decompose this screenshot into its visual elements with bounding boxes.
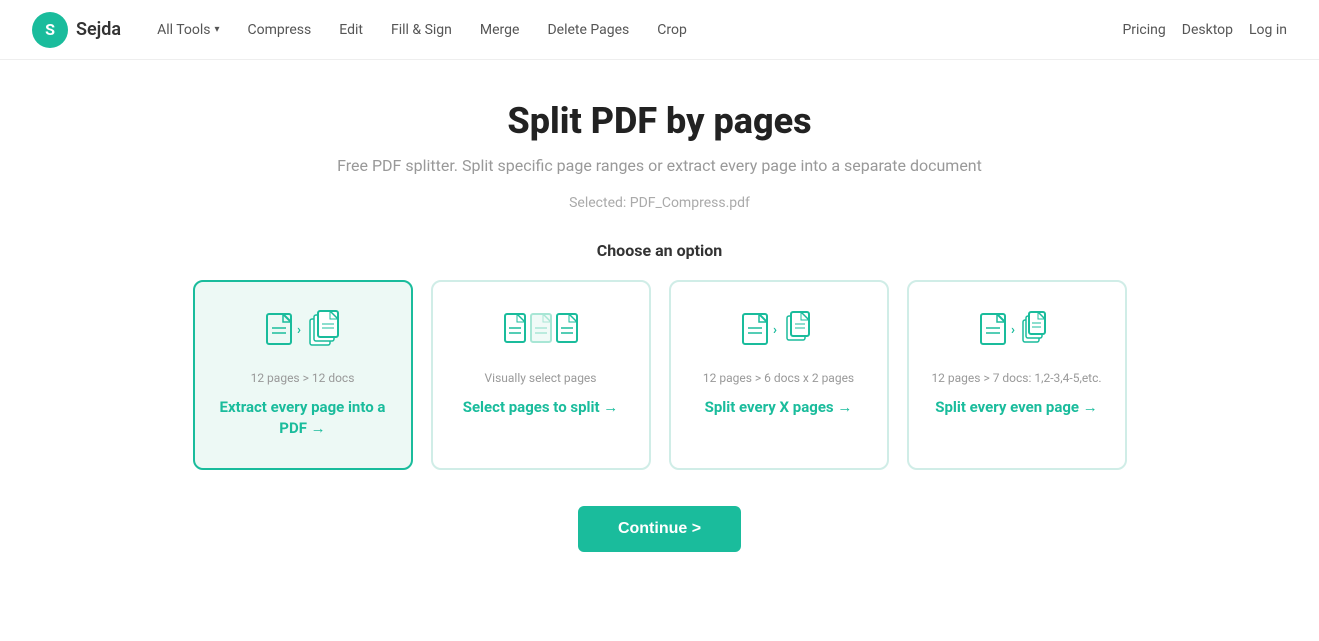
card-sub-label-split-even: 12 pages > 7 docs: 1,2-3,4-5,etc.: [931, 370, 1101, 387]
nav-desktop[interactable]: Desktop: [1182, 22, 1233, 38]
card-icon-select: [501, 306, 581, 360]
main-content: Split PDF by pages Free PDF splitter. Sp…: [0, 60, 1319, 612]
main-nav: All Tools ▾ Compress Edit Fill & Sign Me…: [145, 14, 1122, 46]
svg-text:›: ›: [1011, 323, 1015, 338]
card-icon-extract: ›: [263, 306, 343, 360]
card-main-label-split-even: Split every even page →: [935, 397, 1098, 418]
svg-text:›: ›: [773, 323, 777, 338]
choose-option-label: Choose an option: [597, 241, 723, 260]
logo-icon: S: [32, 12, 68, 48]
nav-all-tools[interactable]: All Tools ▾: [145, 14, 231, 46]
card-extract-every-page[interactable]: › 12 pages > 12 docs Extract every page …: [193, 280, 413, 470]
nav-right: Pricing Desktop Log in: [1122, 22, 1287, 38]
page-subtitle: Free PDF splitter. Split specific page r…: [337, 156, 982, 175]
nav-merge[interactable]: Merge: [468, 14, 532, 46]
nav-crop[interactable]: Crop: [645, 14, 699, 46]
svg-text:›: ›: [297, 323, 301, 338]
header: S Sejda All Tools ▾ Compress Edit Fill &…: [0, 0, 1319, 60]
nav-delete-pages[interactable]: Delete Pages: [535, 14, 641, 46]
card-split-even[interactable]: › 12 pages > 7 docs: 1,2-3,4-5,etc. Spli…: [907, 280, 1127, 470]
card-sub-label-extract: 12 pages > 12 docs: [251, 370, 355, 387]
card-main-label-extract: Extract every page into a PDF →: [211, 397, 395, 439]
logo-name: Sejda: [76, 19, 121, 40]
card-sub-label-select: Visually select pages: [485, 370, 597, 387]
card-sub-label-split-x: 12 pages > 6 docs x 2 pages: [703, 370, 854, 387]
card-split-x-pages[interactable]: › 12 pages > 6 docs x 2 pages Split ever…: [669, 280, 889, 470]
chevron-down-icon: ▾: [215, 24, 220, 35]
nav-pricing[interactable]: Pricing: [1122, 22, 1165, 38]
card-icon-split-x: ›: [739, 306, 819, 360]
page-title: Split PDF by pages: [507, 100, 811, 142]
card-select-pages[interactable]: Visually select pages Select pages to sp…: [431, 280, 651, 470]
option-cards: › 12 pages > 12 docs Extract every page …: [193, 280, 1127, 470]
card-icon-split-even: ›: [977, 306, 1057, 360]
continue-button[interactable]: Continue >: [578, 506, 741, 552]
selected-file: Selected: PDF_Compress.pdf: [569, 195, 750, 211]
logo[interactable]: S Sejda: [32, 12, 121, 48]
nav-fill-sign[interactable]: Fill & Sign: [379, 14, 464, 46]
card-main-label-select: Select pages to split →: [463, 397, 619, 418]
card-main-label-split-x: Split every X pages →: [705, 397, 853, 418]
nav-compress[interactable]: Compress: [236, 14, 324, 46]
nav-login[interactable]: Log in: [1249, 22, 1287, 38]
nav-edit[interactable]: Edit: [327, 14, 375, 46]
